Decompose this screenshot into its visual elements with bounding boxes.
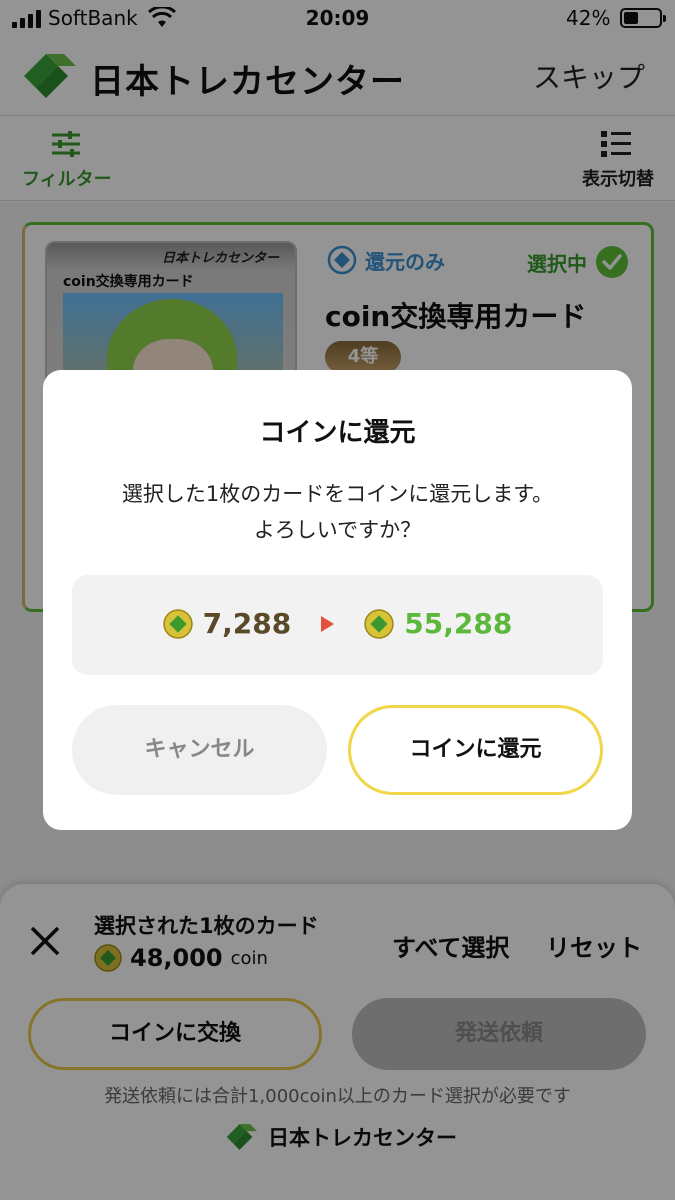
dialog-message: 選択した1枚のカードをコインに還元します。: [121, 482, 554, 506]
coin-before: 7,288: [202, 607, 292, 640]
dialog-title: コインに還元: [259, 418, 416, 448]
coin-change-box: 7,288 55,288: [72, 575, 603, 675]
confirm-dialog: コインに還元 選択した1枚のカードをコインに還元します。 よろしいですか？ 7,…: [43, 370, 632, 830]
coin-after: 55,288: [404, 607, 513, 640]
arrow-right-icon: [321, 615, 335, 632]
coin-icon: [364, 608, 394, 639]
cancel-button[interactable]: キャンセル: [72, 705, 327, 795]
confirm-redeem-button[interactable]: コインに還元: [348, 705, 603, 795]
coin-icon: [162, 608, 193, 639]
dialog-question: よろしいですか？: [253, 518, 422, 542]
